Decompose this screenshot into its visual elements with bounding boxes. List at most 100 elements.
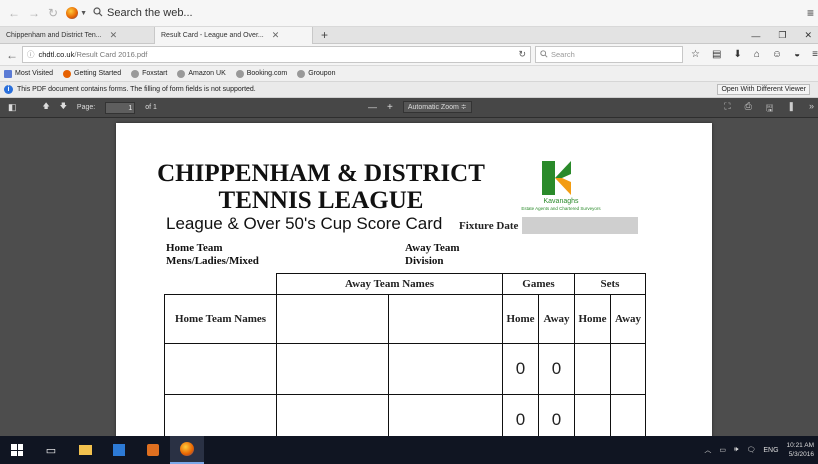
category-label: Mens/Ladies/Mixed [166, 255, 259, 267]
bookmark-star-icon[interactable]: ☆ [691, 49, 700, 60]
notifications-icon[interactable]: 🗨 [746, 446, 755, 454]
games-away-value[interactable]: 0 [538, 394, 575, 436]
media-button[interactable] [136, 436, 170, 464]
zoom-select[interactable]: Automatic Zoom ≑ [402, 101, 472, 113]
previous-page-icon[interactable]: 🡅 [43, 102, 50, 113]
back-arrow-icon[interactable]: ← [8, 6, 20, 20]
score-cell[interactable] [388, 343, 503, 395]
firefox-taskbar-button[interactable] [170, 436, 204, 464]
score-cell[interactable] [276, 394, 389, 436]
home-player-cell[interactable] [164, 343, 277, 395]
away-player-cell[interactable] [388, 294, 503, 344]
sets-home-cell[interactable] [574, 394, 611, 436]
url-field[interactable]: ⓘ chdtl.co.uk /Result Card 2016.pdf ↻ [22, 46, 531, 63]
presentation-mode-icon[interactable]: ⛶ [724, 101, 730, 117]
score-cell[interactable] [276, 343, 389, 395]
download-icon[interactable]: ⬇ [733, 49, 741, 60]
bookmark-foxstart[interactable]: Foxstart [131, 69, 167, 78]
reload-icon[interactable]: ↻ [48, 6, 58, 20]
score-card-subtitle: League & Over 50's Cup Score Card [166, 214, 443, 233]
bookmark-icon[interactable]: ❚ [787, 101, 795, 117]
new-tab-button[interactable]: + [321, 28, 328, 42]
forward-arrow-icon[interactable]: → [28, 6, 40, 20]
home-player-cell[interactable] [164, 394, 277, 436]
sets-header: Sets [574, 273, 646, 295]
games-away-header: Away [538, 294, 575, 344]
tab-result-card[interactable]: Result Card - League and Over... ✕ [155, 26, 313, 44]
web-search-placeholder: Search the web... [107, 7, 193, 19]
task-view-icon: ▭ [45, 444, 57, 457]
open-different-viewer-button[interactable]: Open With Different Viewer [717, 84, 810, 95]
page-number-input[interactable]: 1 [105, 101, 136, 114]
tab-label: Result Card - League and Over... [161, 31, 264, 39]
print-icon[interactable]: ⎙ [745, 101, 752, 117]
firefox-icon [63, 69, 71, 78]
url-host: chdtl.co.uk [38, 50, 75, 59]
chevron-right-icon[interactable]: » [809, 101, 814, 117]
clock-time: 10:21 AM [786, 442, 814, 449]
bookmark-amazon[interactable]: Amazon UK [177, 69, 226, 78]
close-tab-icon[interactable]: ✕ [272, 30, 280, 41]
firefox-icon [180, 442, 194, 456]
reading-list-icon[interactable]: ▤ [712, 49, 721, 60]
next-page-icon[interactable]: 🡇 [60, 102, 67, 113]
tab-label: Chippenham and District Ten... [6, 31, 102, 39]
reload-icon[interactable]: ↻ [518, 49, 526, 60]
web-search-field[interactable]: Search the web... [93, 6, 193, 20]
pdf-viewer[interactable]: CHIPPENHAM & DISTRICT TENNIS LEAGUE Kava… [0, 118, 818, 436]
fixture-date-label: Fixture Date [459, 220, 519, 232]
info-icon: i [4, 85, 13, 94]
store-button[interactable] [102, 436, 136, 464]
close-window-icon[interactable]: ✕ [804, 30, 812, 41]
home-icon[interactable]: ⌂ [754, 49, 760, 60]
chevron-down-icon[interactable]: ▼ [80, 10, 87, 17]
tab-chippenham[interactable]: Chippenham and District Ten... ✕ [0, 26, 155, 44]
menu-icon[interactable]: ≡ [812, 49, 818, 60]
sets-away-cell[interactable] [610, 343, 646, 395]
close-tab-icon[interactable]: ✕ [110, 30, 118, 41]
hamburger-menu-icon[interactable]: ≡ [807, 6, 814, 20]
task-view-button[interactable]: ▭ [34, 436, 68, 464]
away-team-label: Away Team [405, 242, 460, 254]
chevron-up-icon[interactable]: ︿ [704, 445, 711, 455]
score-cell[interactable] [388, 394, 503, 436]
chat-icon[interactable]: ☺ [772, 49, 782, 60]
minimize-icon[interactable]: — [751, 31, 760, 41]
away-player-cell[interactable] [276, 294, 389, 344]
clock[interactable]: 10:21 AM 5/3/2016 [787, 441, 814, 459]
score-table: Away Team Names Games Sets Home Team Nam… [164, 273, 646, 436]
page-label: Page: [76, 104, 96, 111]
top-search-bar: ← → ↻ ▼ Search the web... ≡ [0, 0, 818, 27]
maximize-icon[interactable]: ❐ [778, 30, 786, 41]
save-icon[interactable]: 🖫 [766, 101, 774, 117]
zoom-out-button[interactable]: — [368, 102, 377, 112]
sidebar-toggle-icon[interactable]: ◧ [8, 102, 17, 113]
home-team-names-header: Home Team Names [164, 294, 277, 344]
bookmark-groupon[interactable]: Groupon [297, 69, 335, 78]
fixture-date-field[interactable] [522, 217, 638, 234]
pdf-toolbar: ◧ 🡅 🡇 Page: 1 of 1 — + Automatic Zoom ≑ … [0, 98, 818, 118]
globe-icon [297, 69, 306, 78]
volume-icon[interactable]: 🕪 [734, 446, 738, 454]
file-explorer-button[interactable] [68, 436, 102, 464]
language-indicator[interactable]: ENG [763, 447, 778, 454]
zoom-in-button[interactable]: + [387, 102, 393, 113]
battery-icon[interactable]: ▭ [719, 446, 726, 454]
search-input[interactable]: Search [535, 46, 684, 63]
sets-home-cell[interactable] [574, 343, 611, 395]
games-away-value[interactable]: 0 [538, 343, 575, 395]
games-home-value[interactable]: 0 [502, 343, 539, 395]
sets-away-cell[interactable] [610, 394, 646, 436]
games-home-value[interactable]: 0 [502, 394, 539, 436]
bookmark-getting-started[interactable]: Getting Started [63, 69, 121, 78]
bookmarks-bar: Most Visited Getting Started Foxstart Am… [0, 66, 818, 82]
firefox-logo-icon[interactable] [66, 7, 79, 19]
site-info-icon[interactable]: ⓘ [27, 49, 35, 60]
page-total: of 1 [145, 104, 157, 111]
bookmark-most-visited[interactable]: Most Visited [4, 69, 53, 78]
start-button[interactable] [0, 436, 34, 464]
document-title-line1: CHIPPENHAM & DISTRICT [157, 160, 485, 187]
pocket-icon[interactable]: ◒ [794, 49, 800, 60]
back-arrow-icon[interactable]: ← [6, 48, 18, 62]
bookmark-booking[interactable]: Booking.com [235, 69, 287, 78]
